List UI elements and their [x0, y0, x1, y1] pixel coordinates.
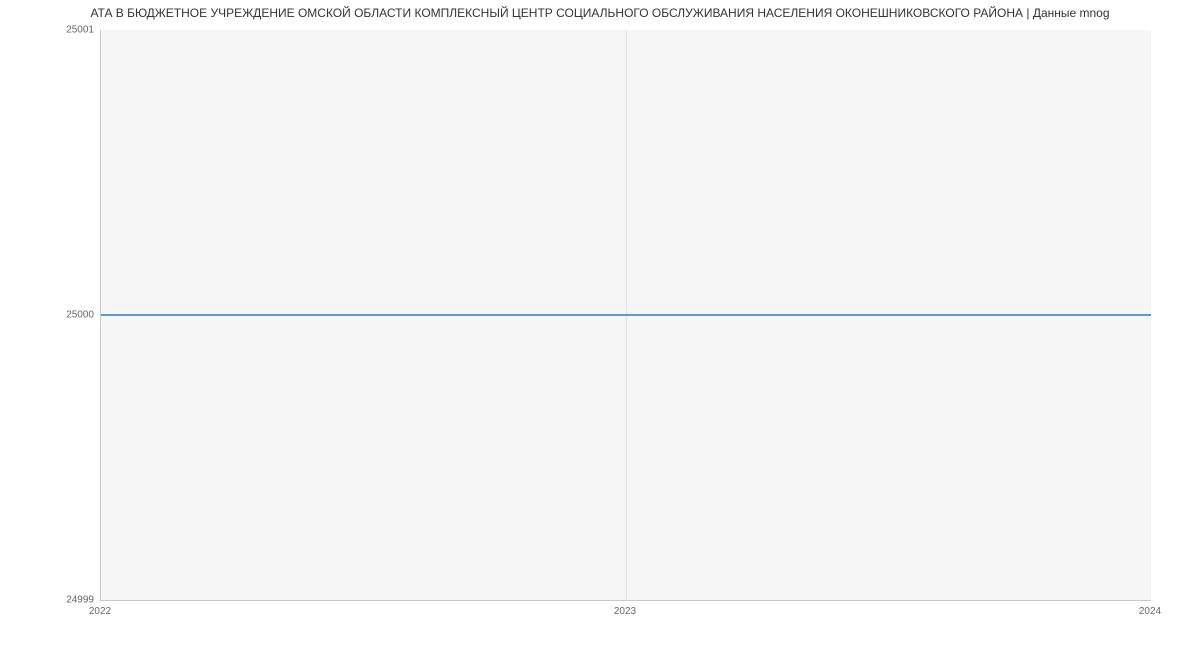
x-tick-label: 2023: [614, 606, 636, 617]
y-tick-label: 25000: [66, 310, 94, 321]
plot-area: [100, 30, 1151, 601]
chart-title: АТА В БЮДЖЕТНОЕ УЧРЕЖДЕНИЕ ОМСКОЙ ОБЛАСТ…: [90, 6, 1109, 20]
x-tick-label: 2024: [1139, 606, 1161, 617]
chart-container: АТА В БЮДЖЕТНОЕ УЧРЕЖДЕНИЕ ОМСКОЙ ОБЛАСТ…: [0, 0, 1200, 650]
y-tick-label: 24999: [66, 595, 94, 606]
series-line: [101, 314, 1151, 316]
y-tick-label: 25001: [66, 25, 94, 36]
x-tick-label: 2022: [89, 606, 111, 617]
